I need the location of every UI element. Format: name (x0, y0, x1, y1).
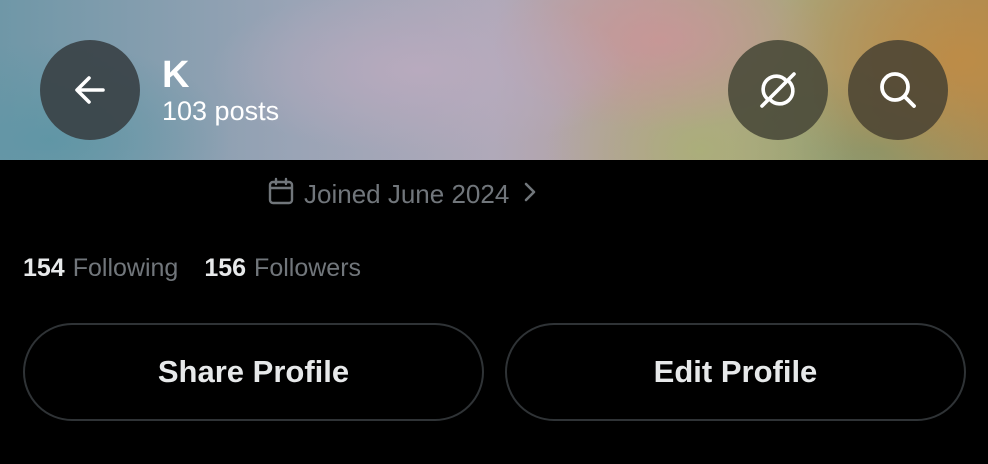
back-button[interactable] (40, 40, 140, 140)
following-label: Following (72, 253, 179, 282)
followers-label: Followers (254, 253, 362, 282)
post-count: 103 posts (162, 96, 280, 126)
followers-stat[interactable]: 156 Followers (204, 254, 361, 283)
grok-button[interactable] (728, 40, 828, 140)
follow-stats: 154 Following 156 Followers (23, 250, 387, 286)
joined-date: Joined June 2024 (304, 178, 510, 209)
arrow-left-icon (70, 70, 110, 110)
chevron-right-icon (523, 179, 537, 210)
followers-count: 156 (204, 253, 247, 282)
share-profile-button[interactable]: Share Profile (23, 323, 484, 421)
profile-banner: K 103 posts (0, 0, 988, 160)
grok-icon (755, 67, 801, 113)
edit-profile-button[interactable]: Edit Profile (505, 323, 966, 421)
search-icon (876, 68, 920, 112)
calendar-icon (268, 177, 294, 212)
following-count: 154 (23, 253, 65, 282)
profile-name: K (162, 54, 190, 96)
profile-screen: K 103 posts Joined June 2024 154 Followi… (0, 0, 988, 464)
search-button[interactable] (848, 40, 948, 140)
joined-date-row[interactable]: Joined June 2024 (268, 176, 537, 212)
header-title-block: K 103 posts (162, 55, 279, 127)
following-stat[interactable]: 154 Following (23, 254, 178, 283)
